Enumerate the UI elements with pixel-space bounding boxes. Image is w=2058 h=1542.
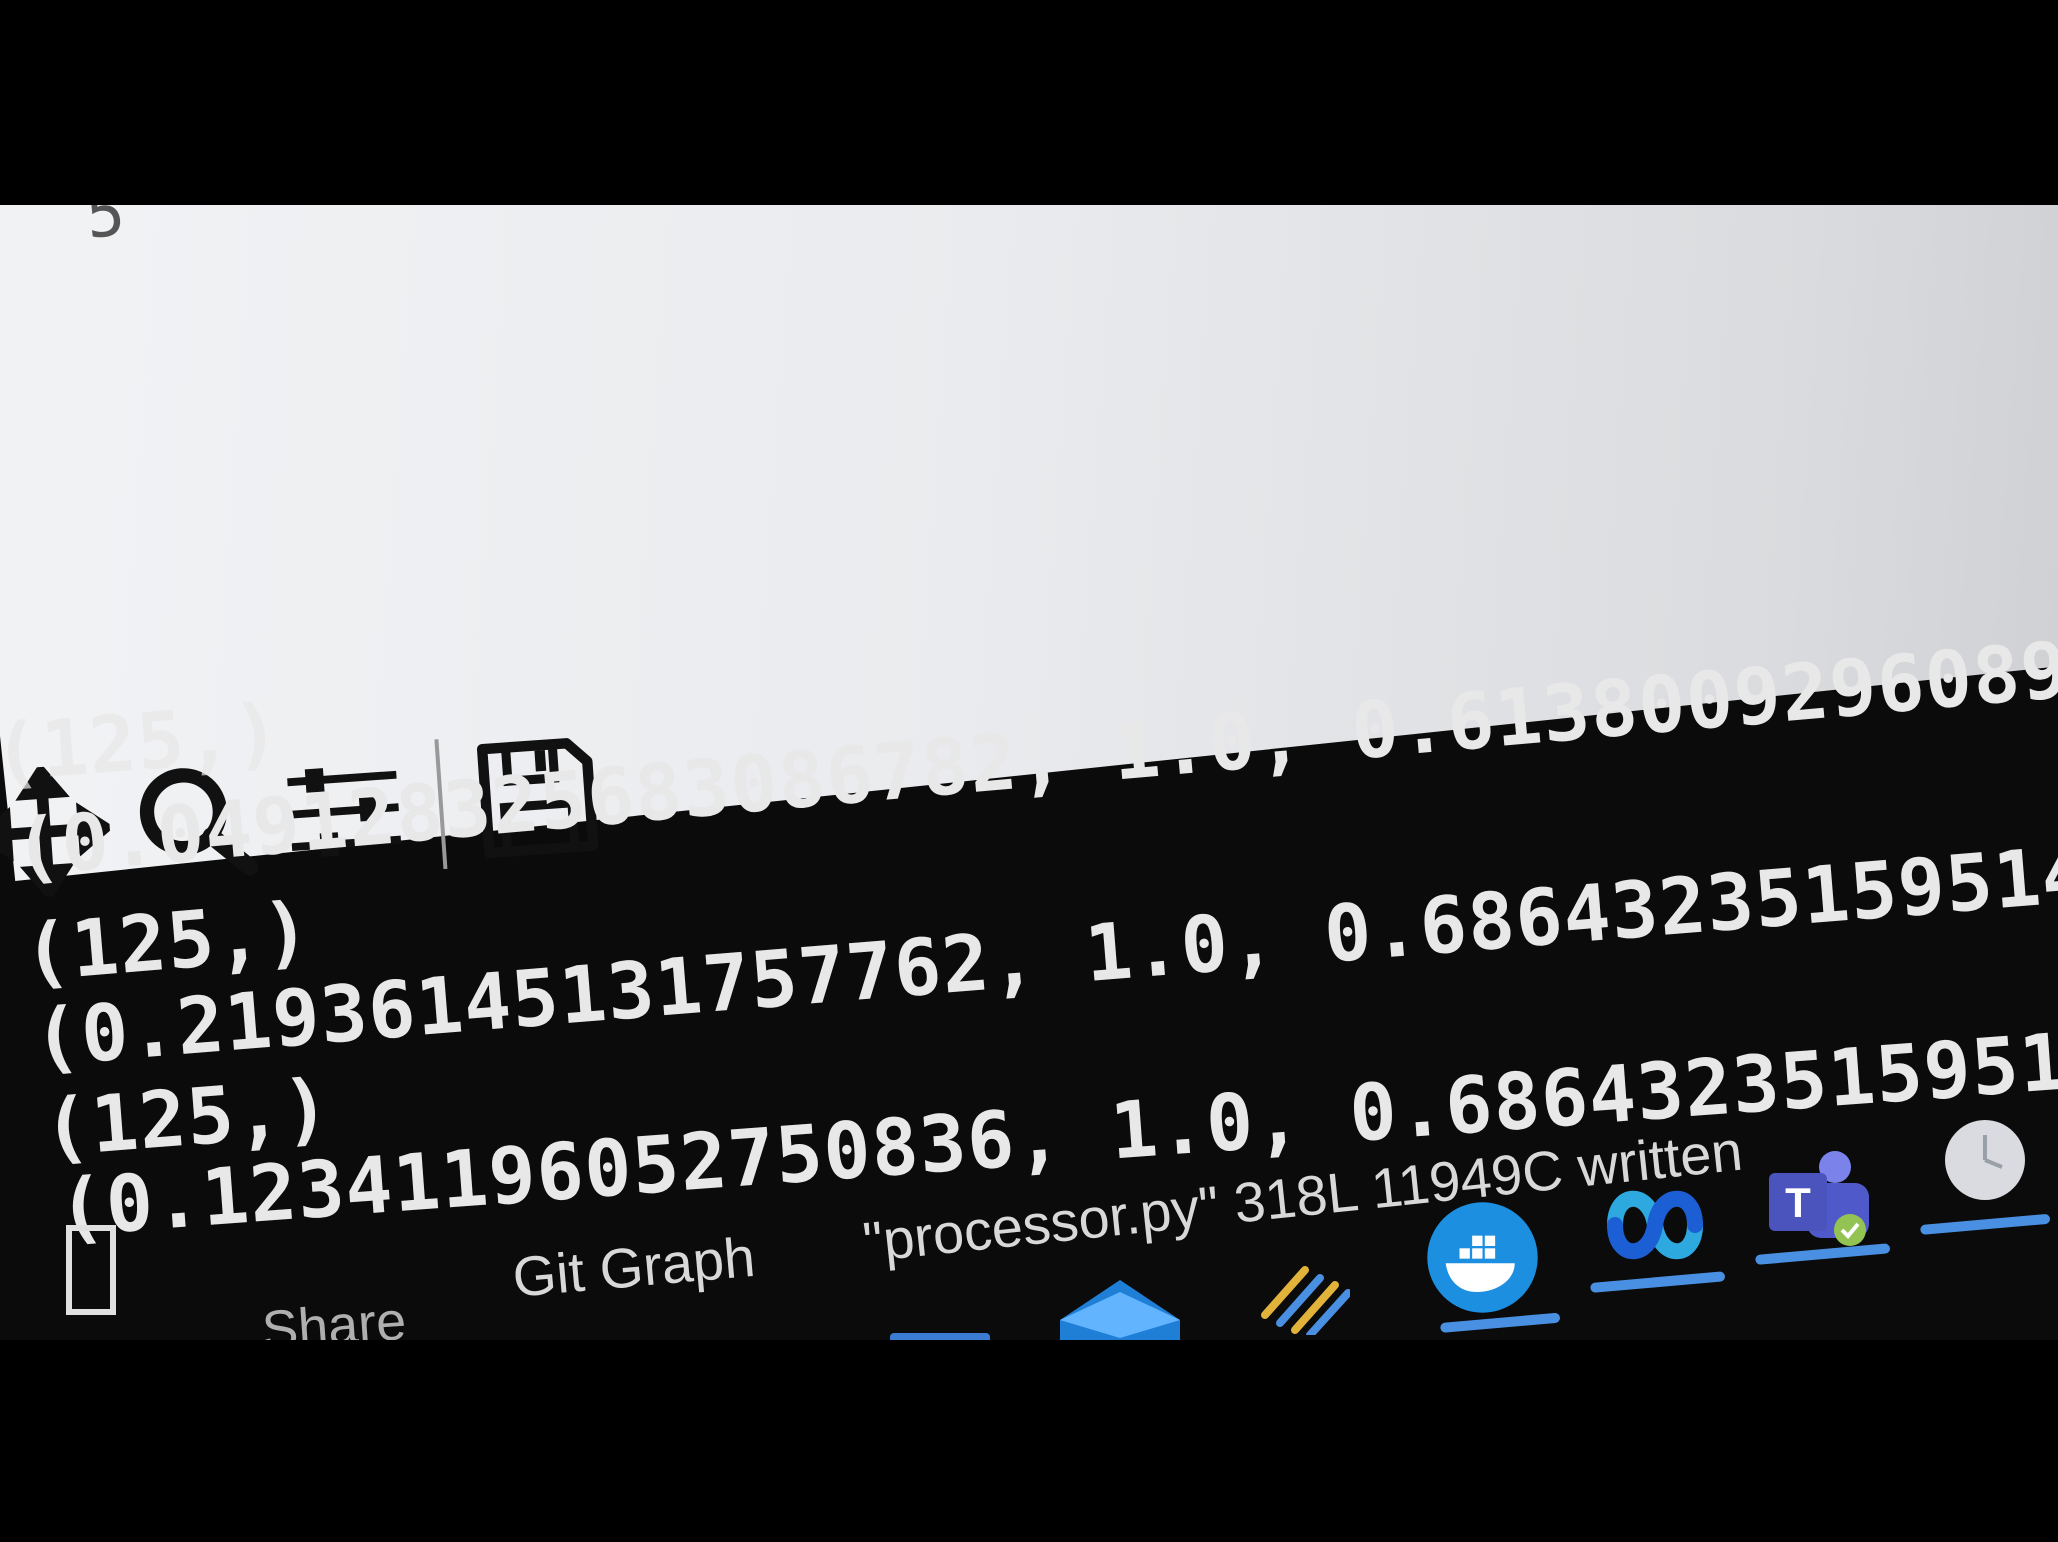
folder-icon [890, 1333, 990, 1340]
taskbar-mail[interactable] [1060, 1280, 1180, 1340]
terminal-line: (125,) [0, 687, 284, 800]
mail-icon [1060, 1280, 1180, 1340]
taskbar-folder[interactable] [890, 1325, 990, 1340]
taskbar-active-indicator [1920, 1213, 2051, 1235]
docker-icon [1427, 1202, 1538, 1313]
taskbar-webex[interactable] [1605, 1180, 1705, 1274]
webex-icon [1607, 1190, 1703, 1260]
screen: 5 10 [0, 205, 2058, 1340]
share-tab[interactable]: Share [260, 1290, 408, 1340]
taskbar-teams[interactable]: T [1765, 1145, 1875, 1254]
status-bar: Share Git Graph "processor.py" 318L 1194… [0, 1119, 2058, 1340]
git-graph-tab[interactable]: Git Graph [510, 1224, 758, 1310]
terminal-line: (0.049128325683086782, 1.0, 0.6138009296… [10, 604, 2058, 895]
clock-icon [1945, 1120, 2025, 1200]
striped-app-icon [1261, 1266, 1352, 1339]
teams-icon: T [1769, 1151, 1869, 1246]
taskbar-clock[interactable] [1940, 1115, 2030, 1209]
terminal-output: (125,) (0.049128325683086782, 1.0, 0.613… [0, 205, 2058, 1340]
svg-text:T: T [1785, 1179, 1811, 1226]
photo-frame: 5 10 [0, 0, 2058, 1542]
taskbar-striped-app[interactable] [1260, 1255, 1352, 1339]
taskbar-docker[interactable] [1425, 1200, 1540, 1319]
taskbar-active-indicator [1590, 1271, 1726, 1293]
